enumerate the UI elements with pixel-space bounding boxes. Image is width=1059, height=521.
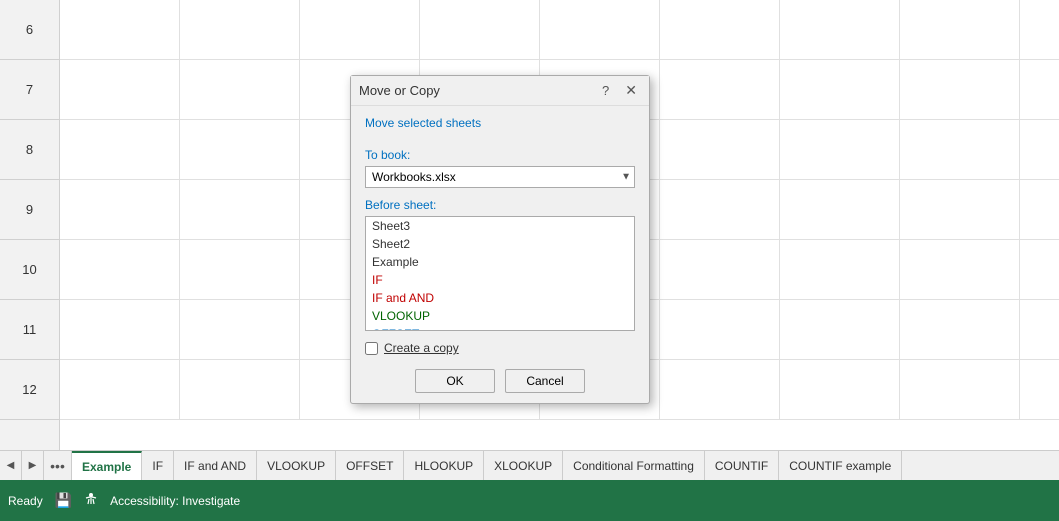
sheet-tab-example[interactable]: Example (72, 451, 142, 480)
row-num-9: 9 (0, 180, 59, 240)
sheet-tab-countif-example[interactable]: COUNTIF example (779, 451, 902, 480)
before-sheet-label: Before sheet: (365, 198, 635, 212)
grid-cell[interactable] (900, 180, 1020, 239)
grid-cell[interactable] (660, 0, 780, 59)
tab-ellipsis[interactable]: ••• (44, 451, 72, 480)
grid-cell[interactable] (780, 0, 900, 59)
grid-cell[interactable] (780, 240, 900, 299)
row-num-7: 7 (0, 60, 59, 120)
grid-cell[interactable] (180, 0, 300, 59)
grid-cell[interactable] (900, 240, 1020, 299)
sheet-list-item[interactable]: Example (366, 253, 634, 271)
sheet-tab-vlookup[interactable]: VLOOKUP (257, 451, 336, 480)
grid-cell[interactable] (900, 300, 1020, 359)
sheet-list-item[interactable]: Sheet3 (366, 217, 634, 235)
accessibility-label: Accessibility: Investigate (110, 494, 240, 508)
row-num-10: 10 (0, 240, 59, 300)
row-num-6: 6 (0, 0, 59, 60)
grid-cell[interactable] (780, 120, 900, 179)
sheet-tab-countif[interactable]: COUNTIF (705, 451, 779, 480)
dialog-buttons: OK Cancel (365, 369, 635, 393)
sheet-tabs-container: ExampleIFIF and ANDVLOOKUPOFFSETHLOOKUPX… (72, 451, 902, 480)
grid-cell[interactable] (780, 360, 900, 419)
grid-cell[interactable] (660, 180, 780, 239)
grid-cell[interactable] (660, 60, 780, 119)
tabs-bar: ◀ ▶ ••• ExampleIFIF and ANDVLOOKUPOFFSET… (0, 450, 1059, 480)
row-num-8: 8 (0, 120, 59, 180)
grid-cell[interactable] (60, 60, 180, 119)
sheet-list-item[interactable]: IF (366, 271, 634, 289)
grid-cell[interactable] (900, 360, 1020, 419)
grid-cell[interactable] (180, 120, 300, 179)
grid-cell[interactable] (900, 120, 1020, 179)
grid-cell[interactable] (60, 120, 180, 179)
create-copy-checkbox[interactable] (365, 342, 378, 355)
before-sheet-list[interactable]: Sheet3Sheet2ExampleIFIF and ANDVLOOKUPOF… (365, 216, 635, 331)
grid-cell[interactable] (60, 240, 180, 299)
grid-cell[interactable] (900, 0, 1020, 59)
dialog-title-actions: ? ✕ (598, 82, 641, 99)
row-num-11: 11 (0, 300, 59, 360)
grid-cell[interactable] (660, 360, 780, 419)
tab-nav-right[interactable]: ▶ (22, 451, 44, 480)
dialog-titlebar: Move or Copy ? ✕ (351, 76, 649, 106)
tab-nav-left[interactable]: ◀ (0, 451, 22, 480)
dialog-title: Move or Copy (359, 83, 440, 98)
ready-status: Ready (8, 494, 43, 508)
grid-cell[interactable] (540, 0, 660, 59)
cancel-button[interactable]: Cancel (505, 369, 585, 393)
ok-button[interactable]: OK (415, 369, 495, 393)
to-book-select-wrapper: Workbooks.xlsx ▼ (365, 166, 635, 188)
grid-cell[interactable] (780, 300, 900, 359)
to-book-select[interactable]: Workbooks.xlsx (365, 166, 635, 188)
grid-cell[interactable] (660, 300, 780, 359)
sheet-tab-hlookup[interactable]: HLOOKUP (404, 451, 484, 480)
sheet-list-item[interactable]: Sheet2 (366, 235, 634, 253)
accessibility-icon[interactable] (84, 492, 98, 509)
create-copy-row: Create a copy (365, 341, 635, 355)
grid-cell[interactable] (180, 180, 300, 239)
sheet-list-item[interactable]: VLOOKUP (366, 307, 634, 325)
move-selected-label: Move selected sheets (365, 116, 635, 130)
grid-row (60, 0, 1059, 60)
sheet-tab-xlookup[interactable]: XLOOKUP (484, 451, 563, 480)
grid-cell[interactable] (420, 0, 540, 59)
dialog-body: Move selected sheets To book: Workbooks.… (351, 106, 649, 403)
create-copy-label[interactable]: Create a copy (384, 341, 459, 355)
grid-cell[interactable] (780, 180, 900, 239)
sheet-tab-conditional-formatting[interactable]: Conditional Formatting (563, 451, 705, 480)
grid-cell[interactable] (900, 60, 1020, 119)
move-copy-dialog: Move or Copy ? ✕ Move selected sheets To… (350, 75, 650, 404)
grid-cell[interactable] (780, 60, 900, 119)
sheet-tab-if-and-and[interactable]: IF and AND (174, 451, 257, 480)
dialog-help-button[interactable]: ? (598, 83, 613, 98)
grid-cell[interactable] (180, 300, 300, 359)
row-numbers: 6 7 8 9 10 11 12 (0, 0, 60, 480)
grid-cell[interactable] (180, 60, 300, 119)
grid-cell[interactable] (180, 360, 300, 419)
to-book-label: To book: (365, 148, 635, 162)
sheet-tab-offset[interactable]: OFFSET (336, 451, 404, 480)
status-bar: Ready 💾 Accessibility: Investigate (0, 480, 1059, 521)
grid-cell[interactable] (660, 240, 780, 299)
sheet-list-item[interactable]: IF and AND (366, 289, 634, 307)
sheet-tab-if[interactable]: IF (142, 451, 174, 480)
grid-cell[interactable] (60, 0, 180, 59)
grid-cell[interactable] (300, 0, 420, 59)
row-num-12: 12 (0, 360, 59, 420)
save-icon[interactable]: 💾 (55, 492, 72, 509)
grid-cell[interactable] (60, 300, 180, 359)
dialog-close-button[interactable]: ✕ (621, 82, 641, 99)
grid-cell[interactable] (60, 180, 180, 239)
sheet-list-item[interactable]: OFFSET (366, 325, 634, 331)
grid-cell[interactable] (180, 240, 300, 299)
grid-cell[interactable] (60, 360, 180, 419)
grid-cell[interactable] (660, 120, 780, 179)
